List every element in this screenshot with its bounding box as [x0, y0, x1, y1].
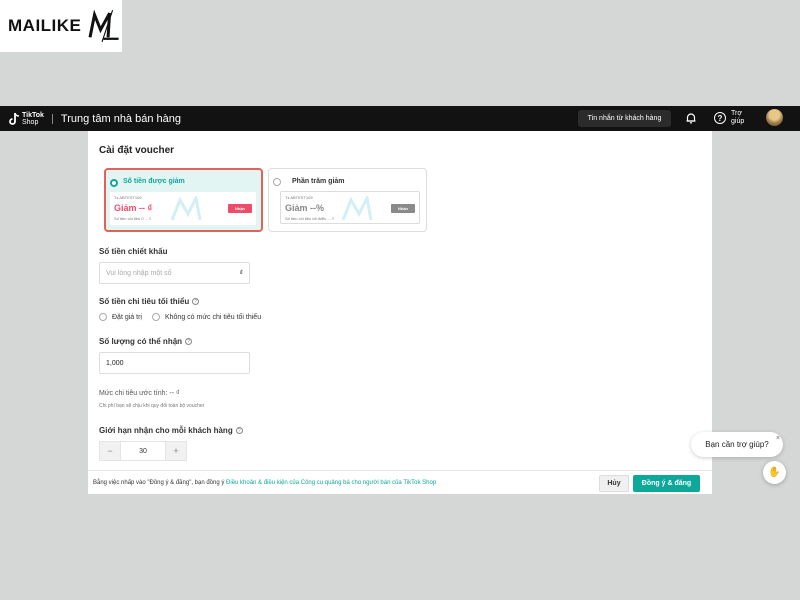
voucher-min-spend: Số tiền chi tiêu tối thiểu ... ₫ [285, 216, 334, 221]
voucher-amount: Giảm -- ₫ [114, 203, 153, 213]
voucher-min-spend: Số tiền chi tiêu 0 ... ₫ [114, 216, 152, 221]
min-spend-options: Đặt giá trị Không có mức chi tiêu tối th… [99, 313, 271, 321]
limit-label-text: Giới hạn nhận cho mỗi khách hàng [99, 426, 233, 435]
discount-amount-input[interactable]: Vui lòng nhập một số ₫ [99, 262, 250, 284]
footer-action-bar: Bằng việc nhấp vào "Đồng ý & đăng", bạn … [88, 470, 712, 494]
watermark-icon [341, 196, 373, 221]
min-spend-option-none[interactable]: Không có mức chi tiêu tối thiểu [151, 313, 262, 321]
tiktok-shop-logo[interactable]: TikTok Shop [8, 112, 44, 126]
min-spend-label-text: Số tiền chi tiêu tối thiểu [99, 297, 190, 306]
quantity-label: Số lượng có thể nhận ? [99, 337, 193, 346]
info-icon[interactable]: ? [235, 427, 243, 434]
estimated-spend: Mức chi tiêu ước tính: -- ₫ [99, 390, 180, 397]
option-label: Đặt giá trị [112, 313, 142, 321]
min-spend-option-set-value[interactable]: Đặt giá trị [99, 313, 142, 321]
customer-messages-button[interactable]: Tin nhắn từ khách hàng [578, 110, 671, 127]
accept-and-publish-button[interactable]: Đồng ý & đăng [633, 475, 700, 492]
terms-link[interactable]: Điều khoản & điều kiện của Công cụ quảng… [226, 480, 436, 486]
quantity-value: 1,000 [106, 359, 124, 367]
help-label: Trợ giúp [731, 110, 745, 125]
discount-amount-placeholder: Vui lòng nhập một số [106, 269, 172, 277]
estimated-spend-note: Chi phí bạn sẽ chịu khi quy đổi toàn bộ … [99, 403, 205, 409]
tiktok-icon [9, 112, 20, 125]
voucher-settings-panel: Cài đặt voucher Số tiền được giảm Tz ABT… [88, 131, 712, 494]
radio-unselected[interactable] [99, 313, 107, 321]
claim-button: Nhận [391, 204, 415, 213]
claim-button: Nhận [228, 204, 252, 213]
brand-line-1: TikTok [22, 111, 44, 119]
voucher-type-label: Số tiền được giảm [123, 178, 185, 185]
cancel-button[interactable]: Hủy [599, 475, 629, 492]
info-icon[interactable]: ? [192, 298, 200, 305]
voucher-preview: Tz ABTEST109 Giảm -- ₫ Số tiền chi tiêu … [110, 192, 256, 225]
section-title: Cài đặt voucher [99, 145, 175, 156]
discount-amount-label-text: Số tiền chiết khấu [99, 247, 168, 256]
brand-line-2: Shop [22, 118, 39, 126]
chat-launcher-button[interactable]: ✋ [763, 461, 786, 484]
quantity-label-text: Số lượng có thể nhận [99, 337, 183, 346]
tiktok-shop-brand: TikTok Shop [22, 112, 44, 126]
quantity-input[interactable]: 1,000 [99, 352, 250, 374]
increment-button[interactable]: + [165, 441, 187, 461]
app-title: Trung tâm nhà bán hàng [60, 112, 181, 125]
help-chat-text: Bạn cần trợ giúp? [705, 440, 769, 449]
bell-icon[interactable] [684, 111, 698, 125]
voucher-amount: Giảm --% [285, 203, 325, 213]
watermark-mark-icon [88, 9, 119, 42]
terms-prefix: Bằng việc nhấp vào "Đồng ý & đăng", bạn … [93, 480, 225, 486]
watermark-icon [170, 196, 202, 221]
help-button[interactable]: ? Trợ giúp [714, 110, 749, 126]
info-icon[interactable]: ? [185, 338, 193, 345]
min-spend-label: Số tiền chi tiêu tối thiểu ? [99, 297, 200, 306]
watermark-text: MAILIKE [8, 16, 82, 35]
help-chat-bubble[interactable]: Bạn cần trợ giúp? [691, 432, 783, 457]
limit-stepper: − 30 + [99, 441, 187, 461]
radio-selected[interactable] [110, 179, 118, 187]
voucher-type-label: Phần trăm giảm [292, 178, 345, 185]
question-circle-icon: ? [714, 112, 726, 124]
close-icon[interactable]: × [776, 435, 780, 442]
discount-amount-label: Số tiền chiết khấu [99, 247, 167, 256]
limit-per-customer-label: Giới hạn nhận cho mỗi khách hàng ? [99, 426, 243, 435]
avatar[interactable] [766, 109, 783, 126]
decrement-button[interactable]: − [99, 441, 121, 461]
voucher-type-percent-card[interactable]: Phần trăm giảm Tz ABTEST109 Giảm --% Số … [268, 168, 427, 232]
hand-wave-icon: ✋ [768, 467, 781, 478]
radio-unselected[interactable] [151, 313, 160, 321]
voucher-preview: Tz ABTEST109 Giảm --% Số tiền chi tiêu t… [280, 191, 420, 224]
top-navigation-bar: TikTok Shop Trung tâm nhà bán hàng Tin n… [0, 106, 800, 131]
terms-notice: Bằng việc nhấp vào "Đồng ý & đăng", bạn … [93, 480, 436, 486]
radio-unselected[interactable] [273, 178, 281, 186]
option-label: Không có mức chi tiêu tối thiểu [164, 313, 262, 321]
voucher-type-amount-card[interactable]: Số tiền được giảm Tz ABTEST109 Giảm -- ₫… [104, 168, 263, 232]
currency-suffix: ₫ [239, 269, 243, 277]
limit-value[interactable]: 30 [121, 441, 165, 461]
voucher-code: Tz ABTEST109 [114, 195, 142, 200]
voucher-code: Tz ABTEST109 [285, 195, 313, 200]
divider [51, 113, 53, 124]
watermark-logo: MAILIKE [0, 0, 122, 52]
